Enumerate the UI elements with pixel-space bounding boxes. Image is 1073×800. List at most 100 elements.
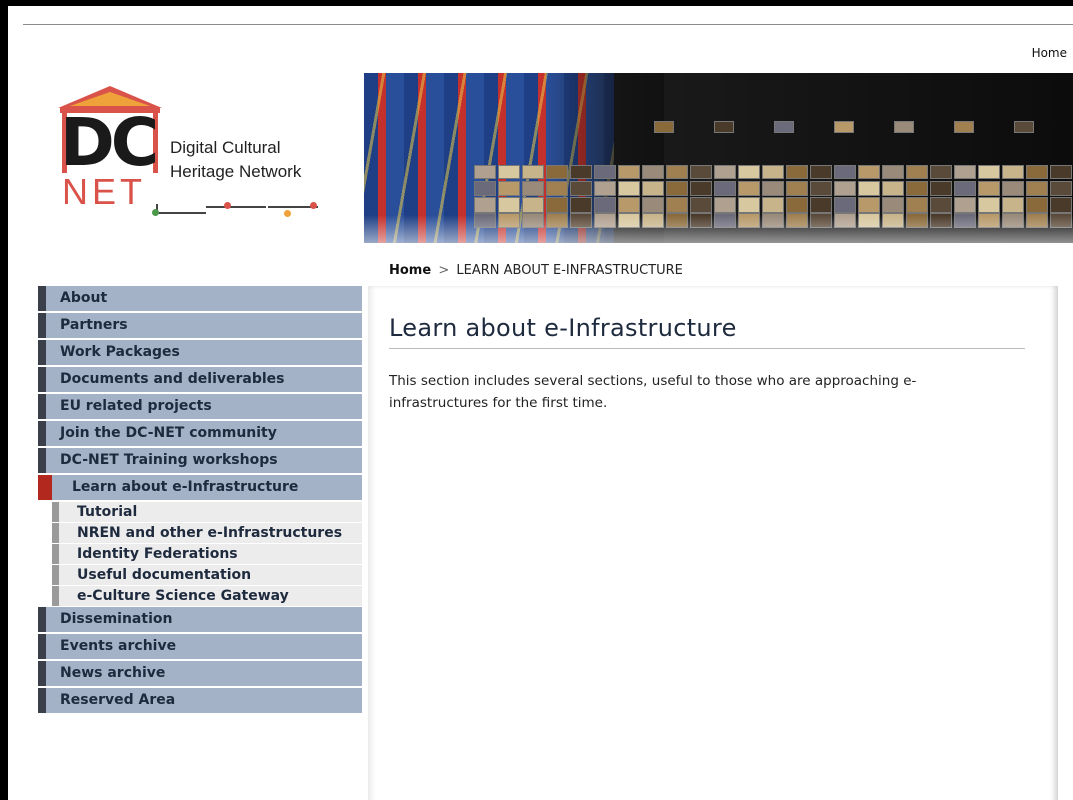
header-banner-image xyxy=(364,73,1073,243)
sidebar-item-about[interactable]: About xyxy=(38,286,362,311)
sidebar-item-partners[interactable]: Partners xyxy=(38,313,362,338)
banner-thumbnail xyxy=(738,165,760,179)
banner-thumbnail xyxy=(786,165,808,179)
banner-thumbnail xyxy=(906,165,928,179)
banner-thumbnail xyxy=(714,121,734,133)
banner-thumbnail xyxy=(618,181,640,196)
breadcrumb-home[interactable]: Home xyxy=(389,263,431,278)
banner-thumbnail xyxy=(570,181,592,196)
banner-thumbnail xyxy=(894,121,914,133)
breadcrumb-separator: > xyxy=(438,263,450,278)
banner-thumbnail xyxy=(1002,181,1024,196)
banner-thumbnail xyxy=(570,197,592,213)
banner-thumbnail xyxy=(906,181,928,196)
banner-thumbnail xyxy=(498,197,520,213)
banner-thumbnail xyxy=(546,165,568,179)
banner-thumbnail xyxy=(762,181,784,196)
banner-thumbnail xyxy=(666,181,688,196)
logo-dc: DC xyxy=(60,104,159,181)
banner-thumbnail xyxy=(774,121,794,133)
banner-thumbnail xyxy=(546,197,568,213)
logo-dot-icon xyxy=(224,202,231,209)
banner-thumbnail xyxy=(882,181,904,196)
banner-thumbnail xyxy=(690,197,712,213)
banner-thumbnail xyxy=(834,181,856,196)
banner-thumbnail xyxy=(882,197,904,213)
banner-thumbnail xyxy=(762,165,784,179)
banner-thumbnail xyxy=(474,181,496,196)
banner-thumbnail xyxy=(786,181,808,196)
banner-thumbnail xyxy=(1026,165,1048,179)
banner-thumbnail xyxy=(810,197,832,213)
breadcrumb: Home > LEARN ABOUT E-INFRASTRUCTURE xyxy=(389,263,683,278)
sidebar-item-reserved[interactable]: Reserved Area xyxy=(38,688,362,713)
banner-thumbnail xyxy=(858,165,880,179)
banner-thumbnail xyxy=(834,121,854,133)
sidebar-subitem-gateway[interactable]: e-Culture Science Gateway xyxy=(52,586,362,606)
breadcrumb-current: LEARN ABOUT E-INFRASTRUCTURE xyxy=(456,263,683,278)
page: Home DC NET Digital Cultural Heritage Ne… xyxy=(8,6,1073,800)
banner-thumbnail xyxy=(594,197,616,213)
top-home-link[interactable]: Home xyxy=(1032,46,1067,60)
logo-dot-icon xyxy=(310,202,317,209)
sidebar-item-eu-projects[interactable]: EU related projects xyxy=(38,394,362,419)
logo-tagline-line1: Digital Cultural xyxy=(170,138,281,157)
banner-thumbnail xyxy=(906,197,928,213)
sidebar-item-news[interactable]: News archive xyxy=(38,661,362,686)
banner-thumbnail xyxy=(954,165,976,179)
main-content: Learn about e-Infrastructure This sectio… xyxy=(368,286,1058,800)
sidebar-item-work-packages[interactable]: Work Packages xyxy=(38,340,362,365)
banner-thumbnail xyxy=(978,197,1000,213)
banner-thumbnail xyxy=(834,197,856,213)
banner-thumbnail xyxy=(690,165,712,179)
logo-dot-icon xyxy=(152,209,159,216)
banner-thumbnail xyxy=(666,165,688,179)
banner-thumbnail xyxy=(618,165,640,179)
banner-thumbnail xyxy=(594,181,616,196)
banner-thumbnail xyxy=(930,197,952,213)
sidebar-item-documents[interactable]: Documents and deliverables xyxy=(38,367,362,392)
sidebar-item-training[interactable]: DC-NET Training workshops xyxy=(38,448,362,473)
banner-thumbnail xyxy=(954,197,976,213)
banner-thumbnail xyxy=(642,181,664,196)
banner-thumbnail xyxy=(978,181,1000,196)
banner-thumbnail xyxy=(474,197,496,213)
page-title: Learn about e-Infrastructure xyxy=(389,314,737,342)
banner-thumbnail xyxy=(690,181,712,196)
logo-tagline-line2: Heritage Network xyxy=(170,162,302,181)
sidebar-item-join[interactable]: Join the DC-NET community xyxy=(38,421,362,446)
banner-thumbnail xyxy=(654,121,674,133)
logo-net: NET xyxy=(62,171,146,212)
banner-thumbnail xyxy=(1050,197,1072,213)
sidebar-subitem-nren[interactable]: NREN and other e-Infrastructures xyxy=(52,523,362,543)
banner-thumbnail xyxy=(714,197,736,213)
sidebar-nav: About Partners Work Packages Documents a… xyxy=(38,286,362,715)
logo-circuit-line xyxy=(156,212,206,214)
banner-thumbnail xyxy=(930,181,952,196)
sidebar-item-events[interactable]: Events archive xyxy=(38,634,362,659)
banner-thumbnail xyxy=(954,181,976,196)
logo-dot-icon xyxy=(284,210,291,217)
banner-thumbnail xyxy=(666,197,688,213)
banner-thumbnail xyxy=(1026,197,1048,213)
site-logo[interactable]: DC NET Digital Cultural Heritage Network xyxy=(58,86,318,226)
sidebar-subitem-tutorial[interactable]: Tutorial xyxy=(52,502,362,522)
banner-thumbnail xyxy=(1050,165,1072,179)
sidebar-subitem-identity[interactable]: Identity Federations xyxy=(52,544,362,564)
banner-thumbnail xyxy=(858,181,880,196)
sidebar-subitem-documentation[interactable]: Useful documentation xyxy=(52,565,362,585)
banner-thumbnail xyxy=(810,165,832,179)
banner-thumbnail xyxy=(522,165,544,179)
banner-thumbnail xyxy=(498,165,520,179)
banner-thumbnail xyxy=(522,181,544,196)
banner-thumbnail xyxy=(570,165,592,179)
sidebar-item-dissemination[interactable]: Dissemination xyxy=(38,607,362,632)
banner-thumbnail xyxy=(642,197,664,213)
logo-circuit-line xyxy=(206,206,266,208)
banner-thumbnail xyxy=(834,165,856,179)
intro-paragraph: This section includes several sections, … xyxy=(389,373,917,411)
sidebar-item-learn-active[interactable]: Learn about e-Infrastructure xyxy=(38,475,362,500)
banner-thumbnail xyxy=(1026,181,1048,196)
banner-thumbnail xyxy=(1014,121,1034,133)
banner-thumbnail xyxy=(474,165,496,179)
